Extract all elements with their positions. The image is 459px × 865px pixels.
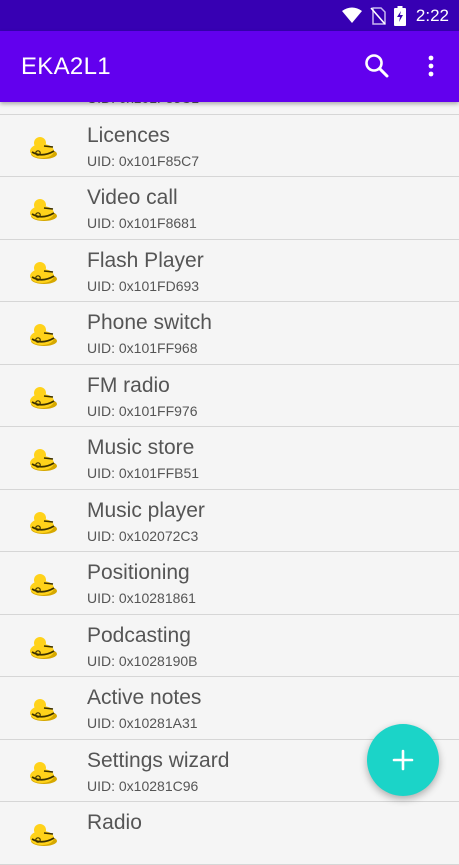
list-item[interactable]: Radio (0, 802, 459, 865)
app-uid: UID: 0x102072C3 (87, 527, 199, 544)
app-name: Flash Player (87, 248, 204, 272)
app-uid: UID: 0x101F85C7 (87, 152, 200, 169)
list-item[interactable]: FM radio UID: 0x101FF976 (0, 364, 459, 427)
app-uid: UID: 0x10281C96 (87, 777, 199, 794)
list-item[interactable]: Positioning UID: 0x10281861 (0, 552, 459, 615)
app-uid: UID: 0x10281A31 (87, 715, 198, 731)
app-icon (30, 699, 57, 721)
app-uid: UID: 0x101FF968 (87, 340, 198, 356)
app-icon (30, 511, 57, 534)
app-name: Settings wizard (87, 748, 230, 772)
no-sim-icon (370, 6, 386, 25)
app-title: EKA2L1 (21, 53, 111, 80)
more-options-button[interactable] (419, 51, 443, 81)
app-icon (30, 324, 57, 346)
app-name: Licences (87, 123, 170, 147)
app-name: FM radio (87, 373, 170, 397)
app-icon (30, 761, 57, 784)
app-icon (30, 574, 57, 596)
more-vert-icon (428, 55, 434, 77)
app-uid: UID: 0x101FD693 (87, 277, 200, 294)
add-app-button[interactable] (367, 724, 439, 796)
app-icon (30, 449, 57, 471)
app-name: Podcasting (87, 623, 191, 647)
app-name: Music player (87, 498, 205, 522)
list-item[interactable]: Music store UID: 0x101FFB51 (0, 427, 459, 490)
wifi-icon (341, 7, 362, 23)
app-icon (30, 636, 57, 659)
app-name: Video call (87, 186, 178, 209)
app-name: Radio (87, 811, 142, 834)
app-icon (30, 136, 57, 159)
app-icon (30, 824, 57, 846)
app-icon (30, 199, 57, 221)
list-item[interactable]: Music player UID: 0x102072C3 (0, 489, 459, 552)
app-uid: UID: 0x101FFB51 (87, 465, 200, 481)
status-time: 2:22 (415, 5, 449, 25)
app-name: Music store (87, 436, 195, 459)
app-name: Positioning (87, 561, 190, 584)
search-icon (365, 54, 389, 78)
add-icon (392, 749, 414, 771)
list-item[interactable]: Phone switch UID: 0x101FF968 (0, 302, 459, 365)
app-bar: EKA2L1 (0, 31, 459, 102)
list-item[interactable]: Video call UID: 0x101F8681 (0, 177, 459, 240)
battery-charging-icon (393, 5, 406, 26)
list-item[interactable]: Flash Player UID: 0x101FD693 (0, 239, 459, 302)
app-name: Phone switch (87, 311, 212, 334)
status-icons: 2:22 (341, 0, 449, 31)
app-name: Active notes (87, 686, 202, 709)
search-button[interactable] (362, 51, 392, 81)
app-uid: UID: 0x1028190B (87, 652, 198, 669)
app-icon (30, 261, 57, 284)
app-uid: UID: 0x10281861 (87, 590, 196, 606)
list-item[interactable]: Licences UID: 0x101F85C7 (0, 114, 459, 177)
app-uid: UID: 0x101FF976 (87, 402, 198, 419)
app-icon (30, 386, 57, 409)
app-uid: UID: 0x101F8681 (87, 215, 197, 231)
status-bar: 2:22 (0, 0, 459, 31)
list-item[interactable]: Podcasting UID: 0x1028190B (0, 614, 459, 677)
